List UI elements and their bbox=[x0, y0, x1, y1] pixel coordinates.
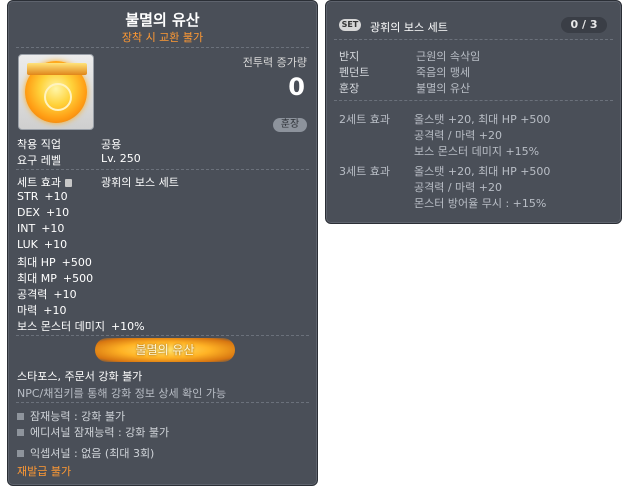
medal-emblem-icon bbox=[25, 61, 87, 123]
stat-line: 마력 +10 bbox=[17, 302, 66, 318]
job-label: 착용 직업 bbox=[17, 138, 61, 151]
divider bbox=[334, 39, 613, 40]
trade-restriction: 장착 시 교환 불가 bbox=[121, 31, 204, 44]
potential-icon bbox=[17, 413, 24, 420]
set-effect-2-label: 2세트 효과 bbox=[339, 113, 390, 126]
potential-text: 잠재능력 : 강화 불가 bbox=[30, 410, 126, 423]
exceptional-text: 익셉셔널 : 없음 (최대 3회) bbox=[30, 447, 155, 460]
stat-value: +10 bbox=[53, 288, 77, 301]
set-effect-label: 세트 효과 bbox=[17, 176, 61, 189]
item-tooltip-panel: 불멸의 유산 장착 시 교환 불가 전투력 증가량 0 훈장 착용 직업 공용 … bbox=[7, 0, 318, 486]
stat-value: +500 bbox=[62, 272, 94, 285]
enhance-restriction: 스타포스, 주문서 강화 불가 bbox=[17, 370, 143, 383]
job-value: 공용 bbox=[101, 138, 122, 151]
enhance-info: NPC/채집키를 통해 강화 정보 상세 확인 가능 bbox=[17, 387, 227, 400]
level-row: 요구 레벨 Lv. 250 bbox=[17, 152, 141, 168]
stat-name: 보스 몬스터 데미지 bbox=[17, 320, 105, 333]
stat-line: STR +10 bbox=[17, 190, 68, 203]
stat-line: INT +10 bbox=[17, 222, 64, 235]
potential-icon bbox=[17, 429, 24, 436]
combat-power-label: 전투력 증가량 bbox=[242, 56, 307, 69]
stat-name: INT bbox=[17, 222, 36, 235]
level-value: Lv. 250 bbox=[101, 152, 141, 165]
stat-line: DEX +10 bbox=[17, 206, 69, 219]
set-item-slot: 반지 bbox=[339, 50, 360, 63]
divider bbox=[16, 169, 309, 170]
stat-line: 공격력 +10 bbox=[17, 286, 77, 302]
stat-line: LUK +10 bbox=[17, 238, 67, 251]
set-tooltip-panel: SET 광휘의 보스 세트 0 / 3 반지 근원의 속삭임 펜던트 죽음의 맹세 … bbox=[325, 0, 622, 224]
set-effect-name: 광휘의 보스 세트 bbox=[101, 176, 179, 189]
stat-value: +10 bbox=[44, 190, 68, 203]
medal-ribbon-icon bbox=[27, 63, 87, 75]
set-item-name: 근원의 속삭임 bbox=[416, 50, 481, 63]
stat-name: 마력 bbox=[17, 304, 38, 317]
stat-name: 최대 HP bbox=[17, 256, 56, 269]
set-effect-line: 몬스터 방어율 무시 : +15% bbox=[414, 197, 547, 210]
set-item-row: 반지 근원의 속삭임 bbox=[339, 48, 480, 64]
stat-name: DEX bbox=[17, 206, 40, 219]
divider bbox=[16, 335, 309, 336]
job-row: 착용 직업 공용 bbox=[17, 136, 121, 152]
set-tag-icon: SET bbox=[339, 19, 361, 31]
set-count: 0 / 3 bbox=[561, 17, 607, 33]
stat-value: +10 bbox=[43, 304, 67, 317]
set-effect-3-label: 3세트 효과 bbox=[339, 165, 390, 178]
item-name: 불멸의 유산 bbox=[125, 11, 200, 29]
set-item-name: 죽음의 맹세 bbox=[416, 66, 471, 79]
stat-value: +10 bbox=[43, 238, 68, 251]
item-icon-frame bbox=[18, 54, 94, 130]
set-item-row: 훈장 불멸의 유산 bbox=[339, 80, 470, 96]
stat-value: +10 bbox=[45, 206, 70, 219]
set-item-slot: 펜던트 bbox=[339, 66, 370, 79]
category-button[interactable]: 훈장 bbox=[273, 118, 307, 132]
additional-potential-row: 에디셔널 잠재능력 : 강화 불가 bbox=[17, 424, 169, 440]
stat-value: +10 bbox=[41, 222, 65, 235]
set-effect-line: 공격력 / 마력 +20 bbox=[414, 129, 503, 142]
lock-icon bbox=[64, 179, 72, 187]
stat-name: STR bbox=[17, 190, 39, 203]
medal-face-icon bbox=[44, 83, 72, 111]
stat-line: 최대 HP +500 bbox=[17, 254, 92, 270]
set-title: 광휘의 보스 세트 bbox=[370, 21, 448, 34]
set-item-slot: 훈장 bbox=[339, 82, 360, 95]
stat-name: LUK bbox=[17, 238, 38, 251]
stat-name: 최대 MP bbox=[17, 272, 57, 285]
stat-line: 보스 몬스터 데미지 +10% bbox=[17, 318, 145, 334]
divider bbox=[334, 100, 613, 101]
stat-name: 공격력 bbox=[17, 288, 48, 301]
potential-row: 잠재능력 : 강화 불가 bbox=[17, 408, 125, 424]
set-item-name: 불멸의 유산 bbox=[416, 82, 471, 95]
divider bbox=[16, 47, 309, 48]
level-label: 요구 레벨 bbox=[17, 154, 61, 167]
set-effect-line: 올스탯 +20, 최대 HP +500 bbox=[414, 165, 551, 178]
set-item-row: 펜던트 죽음의 맹세 bbox=[339, 64, 470, 80]
combat-power-value: 0 bbox=[288, 73, 305, 101]
set-effect-line: 보스 몬스터 데미지 +15% bbox=[414, 145, 540, 158]
set-effect-row: 세트 효과 bbox=[17, 174, 72, 190]
divider bbox=[16, 402, 309, 403]
exceptional-row: 익셉셔널 : 없음 (최대 3회) bbox=[17, 445, 154, 461]
stat-line: 최대 MP +500 bbox=[17, 270, 93, 286]
legacy-title-badge: 불멸의 유산 bbox=[95, 338, 235, 362]
potential-text: 에디셔널 잠재능력 : 강화 불가 bbox=[30, 426, 170, 439]
reissue-restriction: 재발급 불가 bbox=[17, 465, 72, 478]
set-effect-line: 공격력 / 마력 +20 bbox=[414, 181, 503, 194]
stat-value: +10% bbox=[110, 320, 145, 333]
exceptional-icon bbox=[17, 450, 24, 457]
stat-value: +500 bbox=[61, 256, 92, 269]
set-effect-line: 올스탯 +20, 최대 HP +500 bbox=[414, 113, 551, 126]
